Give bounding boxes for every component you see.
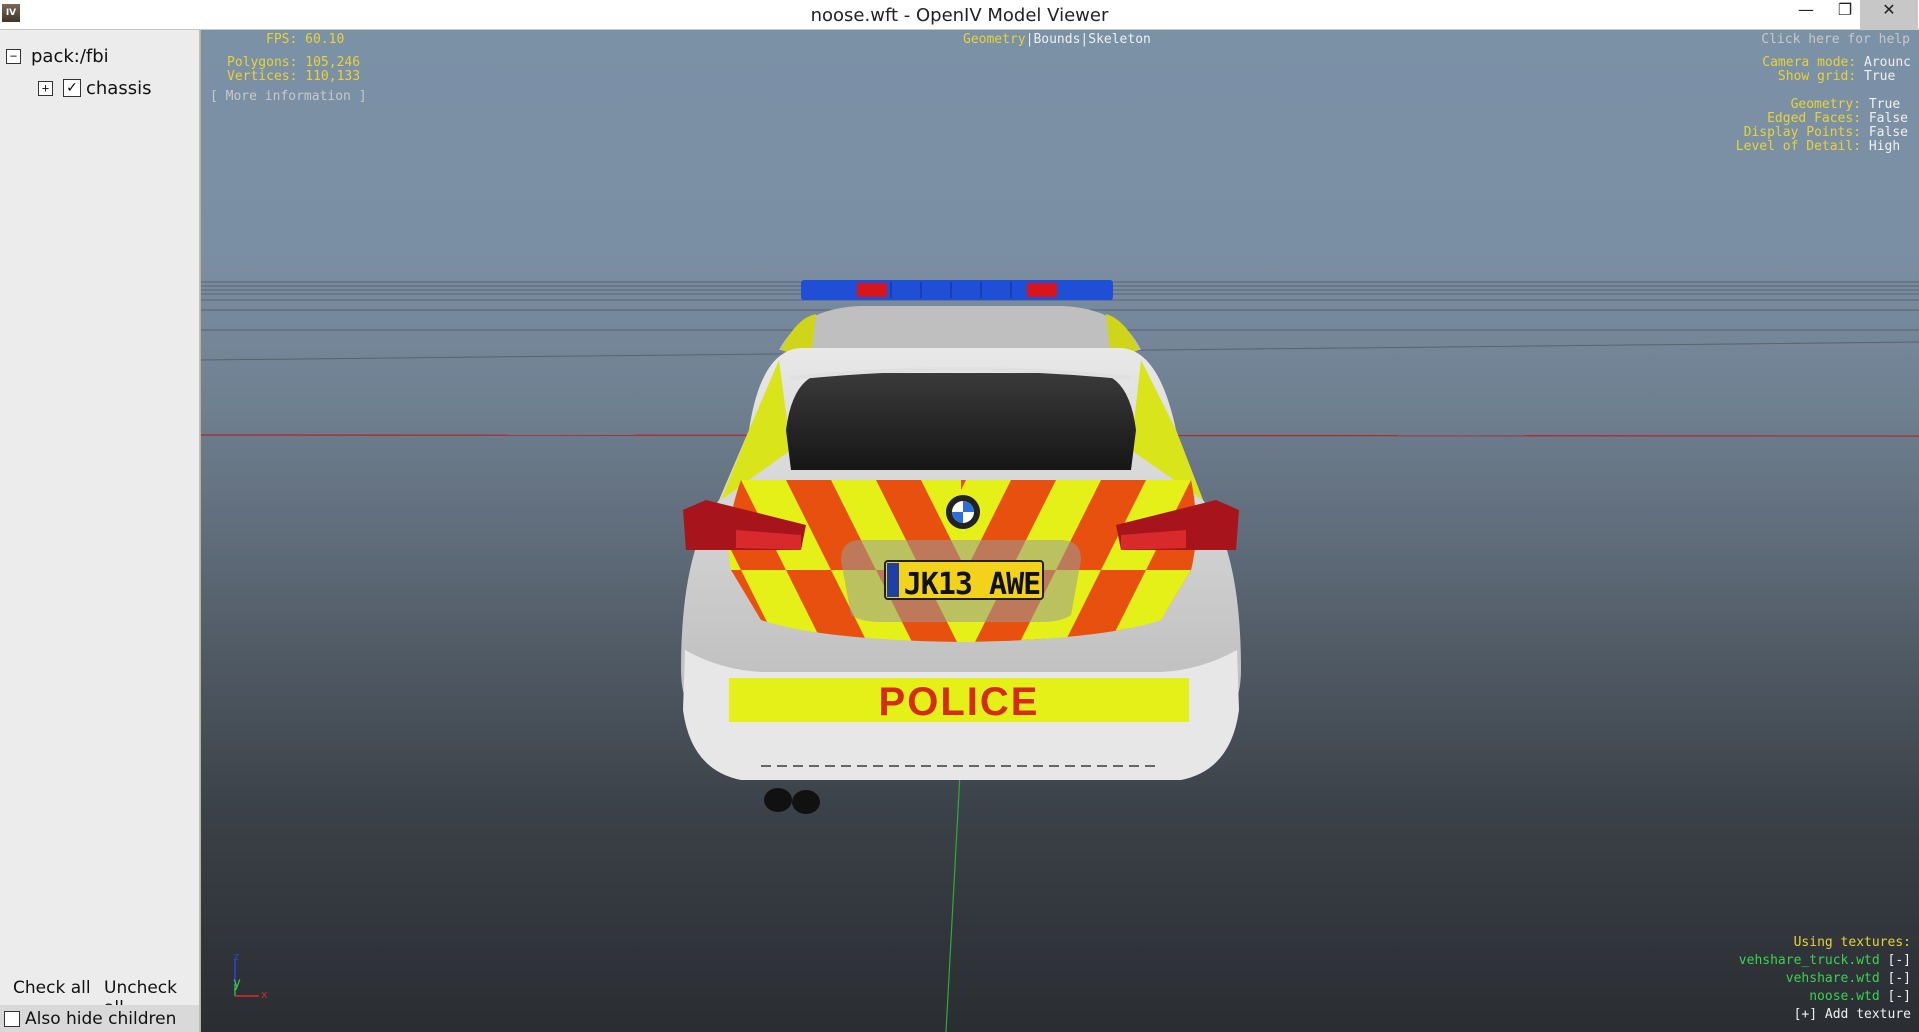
gizmo-x-label: x [261,988,268,1001]
model-tree-panel: − pack:/fbi + ✓ chassis Check all Unchec… [0,30,200,1032]
remove-texture-button[interactable]: [-] [1888,989,1911,1004]
restore-icon: ❐ [1837,0,1853,19]
also-hide-children-checkbox[interactable] [4,1010,20,1027]
display-settings: Geometry: True Edged Faces: False Displa… [1736,98,1908,154]
view-mode-switcher: Geometry|Bounds|Skeleton [963,32,1151,47]
show-grid-value[interactable]: True [1864,69,1895,84]
police-rear-text: POLICE [878,680,1040,724]
remove-texture-button[interactable]: [-] [1888,971,1911,986]
model-stats: Polygons: 105,246 Vertices: 110,133 [227,56,360,84]
tree-node-label[interactable]: chassis [86,78,151,99]
texture-name: vehshare.wtd [1785,971,1880,986]
display-points-value[interactable]: False [1869,125,1908,140]
camera-mode-label: Camera mode: [1762,55,1857,70]
texture-name: vehshare_truck.wtd [1738,953,1880,968]
minimize-button[interactable]: — [1786,0,1826,29]
camera-mode-value[interactable]: Arounc [1864,55,1911,70]
lod-value[interactable]: High [1869,139,1900,154]
tree-node-chassis[interactable]: + ✓ chassis [38,76,151,100]
minimize-icon: — [1798,0,1814,19]
more-information-link[interactable]: [ More information ] [210,89,367,104]
gizmo-y-label: y [233,976,241,991]
show-grid-label: Show grid: [1777,69,1857,84]
help-link[interactable]: Click here for help [1761,32,1910,47]
chassis-visible-checkbox[interactable]: ✓ [63,79,81,97]
viewport-scene [201,280,1919,1032]
police-car-model [681,280,1241,814]
remove-texture-button[interactable]: [-] [1888,953,1911,968]
fps-label: FPS: [266,32,298,47]
lod-label: Level of Detail: [1735,139,1862,154]
maximize-button[interactable]: ❐ [1825,0,1865,29]
add-texture-button[interactable]: [+] Add texture [1794,1007,1911,1022]
also-hide-children-label: Also hide children [25,1008,177,1029]
tree-node-pack-fbi[interactable]: − pack:/fbi [6,44,109,68]
mode-geometry[interactable]: Geometry [963,32,1026,47]
vertices-value: 110,133 [305,69,361,84]
number-plate-text: JK13 AWE [903,567,1042,602]
geometry-label: Geometry: [1790,97,1862,112]
title-bar: IV noose.wft - OpenIV Model Viewer — ❐ ✕ [0,0,1919,30]
edged-faces-value[interactable]: False [1869,111,1908,126]
window-title: noose.wft - OpenIV Model Viewer [810,5,1109,26]
polygons-label: Polygons: [227,55,298,70]
model-viewport[interactable]: JK13 AWE POLICE FPS: 60.10 Polygons: 105… [200,30,1919,1032]
tree-node-label[interactable]: pack:/fbi [31,46,109,67]
fps-value: 60.10 [305,32,345,47]
fps-readout: FPS: 60.10 [266,32,344,47]
also-hide-children-option[interactable]: Also hide children [0,1005,199,1032]
textures-list: Using textures: vehshare_truck.wtd [-] v… [1739,934,1911,1024]
display-points-label: Display Points: [1743,125,1862,140]
polygons-value: 105,246 [305,55,361,70]
camera-settings: Camera mode: Arounc Show grid: True [1762,56,1911,84]
gizmo-z-label: z [233,950,240,963]
mode-skeleton[interactable]: Skeleton [1088,32,1151,47]
vertices-label: Vertices: [227,69,298,84]
axis-gizmo-icon: z y x [231,950,281,1006]
close-button[interactable]: ✕ [1860,0,1918,29]
edged-faces-label: Edged Faces: [1767,111,1862,126]
mode-bounds[interactable]: Bounds [1033,32,1080,47]
expand-icon[interactable]: + [38,80,53,96]
collapse-icon[interactable]: − [6,48,21,64]
check-all-button[interactable]: Check all [13,978,91,998]
geometry-value[interactable]: True [1869,97,1900,112]
textures-title: Using textures: [1793,935,1911,950]
close-icon: ✕ [1882,0,1896,19]
texture-name: noose.wtd [1809,989,1880,1004]
